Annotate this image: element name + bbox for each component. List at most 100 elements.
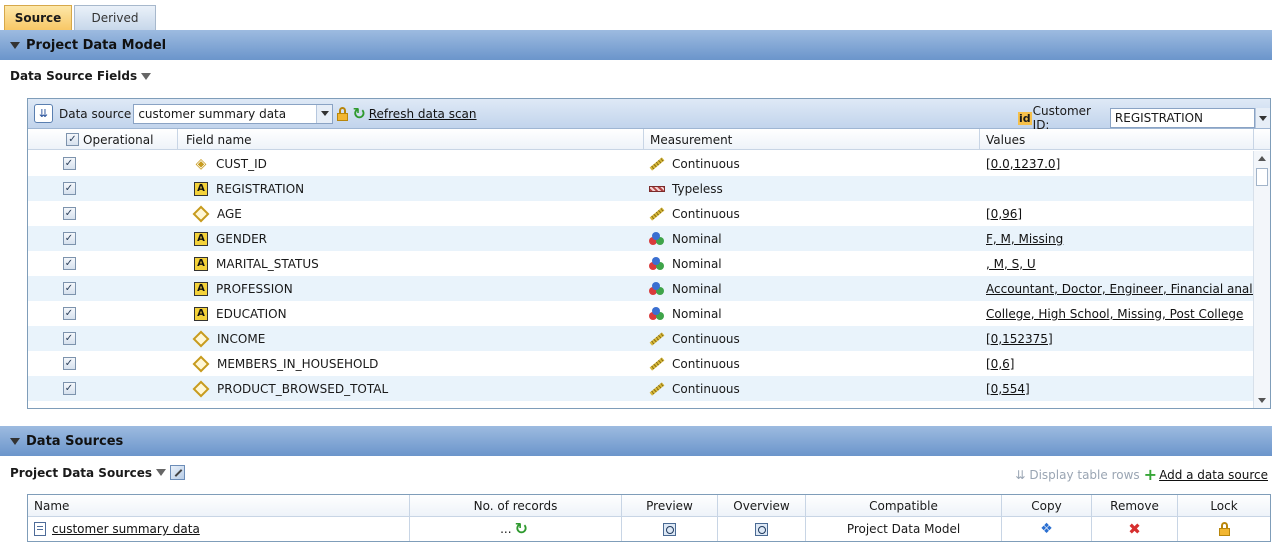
- operational-checkbox[interactable]: ✓: [62, 182, 76, 195]
- table-row[interactable]: ✓ AGE Continuous [0,96]: [28, 201, 1254, 226]
- table-row[interactable]: ✓ A PROFESSION Nominal Accountant, Doctor, E…: [28, 276, 1254, 301]
- values-link[interactable]: [0,6]: [986, 357, 1014, 371]
- table-row[interactable]: ✓ A REGISTRATION Typeless: [28, 176, 1254, 201]
- operational-checkbox[interactable]: ✓: [62, 382, 76, 395]
- col-label: Compatible: [869, 498, 938, 513]
- table-row[interactable]: ✓ INCOME Continuous [0,152375]: [28, 326, 1254, 351]
- col-compatible[interactable]: Compatible: [806, 495, 1002, 516]
- key-icon: ◈: [195, 155, 207, 172]
- col-remove[interactable]: Remove: [1092, 495, 1178, 516]
- scroll-thumb[interactable]: [1256, 168, 1268, 186]
- customer-id-select[interactable]: REGISTRATION: [1109, 108, 1256, 128]
- dropdown-triangle-icon[interactable]: [156, 469, 167, 476]
- tab-derived[interactable]: Derived: [74, 5, 156, 30]
- chevron-down-icon[interactable]: [316, 104, 333, 123]
- values-link[interactable]: , M, S, U: [986, 257, 1036, 271]
- values-link[interactable]: [0.0,1237.0]: [986, 157, 1060, 171]
- col-field-name[interactable]: Field name: [178, 129, 644, 150]
- measurement-cell[interactable]: Continuous: [644, 201, 980, 226]
- display-table-rows-link[interactable]: Display table rows: [1029, 468, 1139, 482]
- dropdown-triangle-icon[interactable]: [141, 72, 152, 80]
- vertical-scrollbar[interactable]: [1253, 151, 1270, 408]
- measurement-value: Nominal: [672, 306, 722, 321]
- operational-checkbox[interactable]: ✓: [62, 307, 76, 320]
- refresh-data-scan-link[interactable]: Refresh data scan: [369, 107, 477, 121]
- tab-source[interactable]: Source: [4, 5, 72, 30]
- table-row[interactable]: ✓ ◈ CUST_ID Continuous [0.0,1237.0]: [28, 151, 1254, 176]
- scroll-down-arrow-icon[interactable]: [1258, 398, 1266, 403]
- col-values[interactable]: Values: [980, 129, 1254, 150]
- operational-cell: ✓: [28, 251, 178, 276]
- values-cell: [0,152375]: [980, 326, 1254, 351]
- operational-checkbox[interactable]: ✓: [62, 157, 76, 170]
- operational-cell: ✓: [28, 276, 178, 301]
- measurement-cell[interactable]: Nominal: [644, 276, 980, 301]
- refresh-icon[interactable]: ↻: [515, 521, 528, 537]
- edit-icon[interactable]: [170, 465, 186, 480]
- copy-icon[interactable]: ❖: [1040, 521, 1053, 537]
- operational-checkbox[interactable]: ✓: [62, 282, 76, 295]
- measurement-cell[interactable]: Continuous: [644, 151, 980, 176]
- operational-checkbox[interactable]: ✓: [62, 232, 76, 245]
- field-name: REGISTRATION: [216, 181, 305, 196]
- col-measurement[interactable]: Measurement: [644, 129, 980, 150]
- operational-checkbox[interactable]: ✓: [62, 332, 76, 345]
- col-operational[interactable]: ✓ Operational: [28, 129, 178, 150]
- operational-cell: ✓: [28, 201, 178, 226]
- scroll-up-arrow-icon[interactable]: [1258, 156, 1266, 161]
- field-name-cell: AGE: [178, 201, 644, 226]
- measurement-cell[interactable]: Nominal: [644, 301, 980, 326]
- values-link[interactable]: College, High School, Missing, Post Coll…: [986, 307, 1243, 321]
- chevron-down-icon[interactable]: [1255, 108, 1270, 128]
- measurement-cell[interactable]: Typeless: [644, 176, 980, 201]
- remove-icon[interactable]: ✖: [1128, 520, 1141, 538]
- expand-down-icon[interactable]: ⇊: [34, 104, 53, 123]
- col-preview[interactable]: Preview: [622, 495, 718, 516]
- data-source-select[interactable]: customer summary data: [133, 103, 334, 124]
- col-lock[interactable]: Lock: [1178, 495, 1270, 516]
- table-row[interactable]: ✓ MEMBERS_IN_HOUSEHOLD Continuous [0,6]: [28, 351, 1254, 376]
- values-cell: Accountant, Doctor, Engineer, Financial …: [980, 276, 1254, 301]
- col-label: Name: [34, 498, 70, 513]
- operational-cell: ✓: [28, 151, 178, 176]
- collapse-triangle-icon[interactable]: [10, 41, 20, 49]
- operational-checkbox[interactable]: ✓: [62, 257, 76, 270]
- col-name[interactable]: Name: [28, 495, 410, 516]
- preview-icon[interactable]: [663, 522, 676, 536]
- values-link[interactable]: [0,554]: [986, 382, 1030, 396]
- table-row[interactable]: ✓ A MARITAL_STATUS Nominal , M, S, U: [28, 251, 1254, 276]
- measurement-cell[interactable]: Continuous: [644, 376, 980, 401]
- add-icon[interactable]: +: [1144, 465, 1157, 484]
- operational-checkbox[interactable]: ✓: [62, 357, 76, 370]
- lock-icon[interactable]: [1218, 522, 1231, 536]
- values-link[interactable]: F, M, Missing: [986, 232, 1063, 246]
- refresh-icon[interactable]: ↻: [352, 105, 365, 122]
- col-overview[interactable]: Overview: [718, 495, 806, 516]
- field-name: MEMBERS_IN_HOUSEHOLD: [217, 356, 379, 371]
- add-data-source-link[interactable]: Add a data source: [1159, 468, 1268, 482]
- values-link[interactable]: Accountant, Doctor, Engineer, Financial …: [986, 282, 1254, 296]
- overview-icon[interactable]: [755, 522, 768, 536]
- values-link[interactable]: [0,96]: [986, 207, 1022, 221]
- table-row[interactable]: ✓ A GENDER Nominal F, M, Missing: [28, 226, 1254, 251]
- source-name-link[interactable]: customer summary data: [52, 522, 200, 536]
- project-data-sources-heading: Project Data Sources: [10, 465, 186, 480]
- operational-checkbox[interactable]: ✓: [62, 207, 76, 220]
- measurement-cell[interactable]: Continuous: [644, 326, 980, 351]
- project-data-model-header[interactable]: Project Data Model: [0, 30, 1272, 60]
- records-value: ...: [500, 522, 512, 536]
- table-row[interactable]: ✓ A EDUCATION Nominal College, High School, …: [28, 301, 1254, 326]
- measurement-cell[interactable]: Nominal: [644, 251, 980, 276]
- table-row[interactable]: ✓ PRODUCT_BROWSED_TOTAL Continuous [0,554]: [28, 376, 1254, 401]
- section-title: Project Data Model: [26, 37, 167, 53]
- operational-cell: ✓: [28, 226, 178, 251]
- col-records[interactable]: No. of records: [410, 495, 622, 516]
- values-link[interactable]: [0,152375]: [986, 332, 1053, 346]
- select-all-checkbox[interactable]: ✓: [66, 133, 79, 146]
- measurement-cell[interactable]: Nominal: [644, 226, 980, 251]
- collapse-triangle-icon[interactable]: [10, 437, 20, 445]
- col-copy[interactable]: Copy: [1002, 495, 1092, 516]
- lock-icon[interactable]: [336, 106, 349, 121]
- data-sources-header[interactable]: Data Sources: [0, 426, 1272, 456]
- measurement-cell[interactable]: Continuous: [644, 351, 980, 376]
